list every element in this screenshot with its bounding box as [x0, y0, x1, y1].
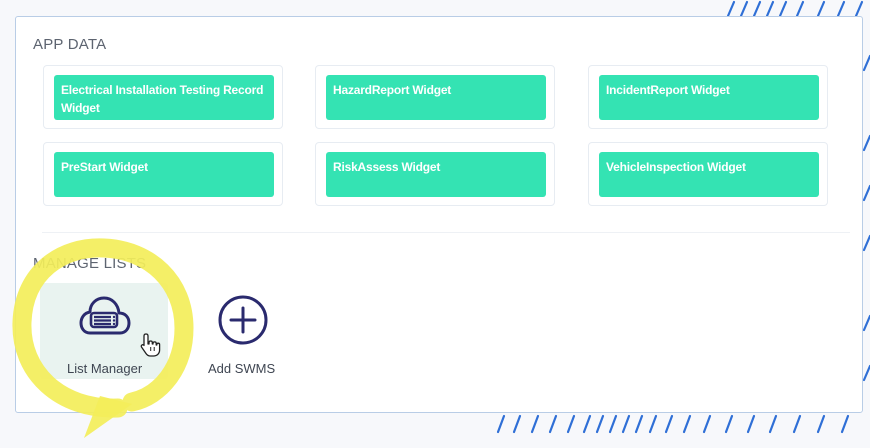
manage-lists-heading: MANAGE LISTS [33, 255, 147, 272]
electrical-installation-widget-button[interactable]: Electrical Installation Testing Record W… [54, 75, 274, 120]
widget-tile: IncidentReport Widget [588, 65, 828, 129]
incident-report-widget-button[interactable]: IncidentReport Widget [599, 75, 819, 120]
vehicle-inspection-widget-button[interactable]: VehicleInspection Widget [599, 152, 819, 197]
widget-tile: Electrical Installation Testing Record W… [43, 65, 283, 129]
section-divider [42, 232, 850, 233]
widget-tile: HazardReport Widget [315, 65, 555, 129]
hazard-report-widget-button[interactable]: HazardReport Widget [326, 75, 546, 120]
add-swms-button-label[interactable]: Add SWMS [208, 361, 275, 376]
app-data-heading: APP DATA [33, 36, 107, 53]
risk-assess-widget-button[interactable]: RiskAssess Widget [326, 152, 546, 197]
prestart-widget-button[interactable]: PreStart Widget [54, 152, 274, 197]
list-manager-label: List Manager [67, 361, 143, 376]
widget-tile: PreStart Widget [43, 142, 283, 206]
widget-tile: RiskAssess Widget [315, 142, 555, 206]
widget-tile: VehicleInspection Widget [588, 142, 828, 206]
cloud-list-icon [79, 296, 131, 335]
hand-cursor-icon [140, 333, 161, 357]
plus-circle-icon[interactable] [217, 294, 269, 346]
